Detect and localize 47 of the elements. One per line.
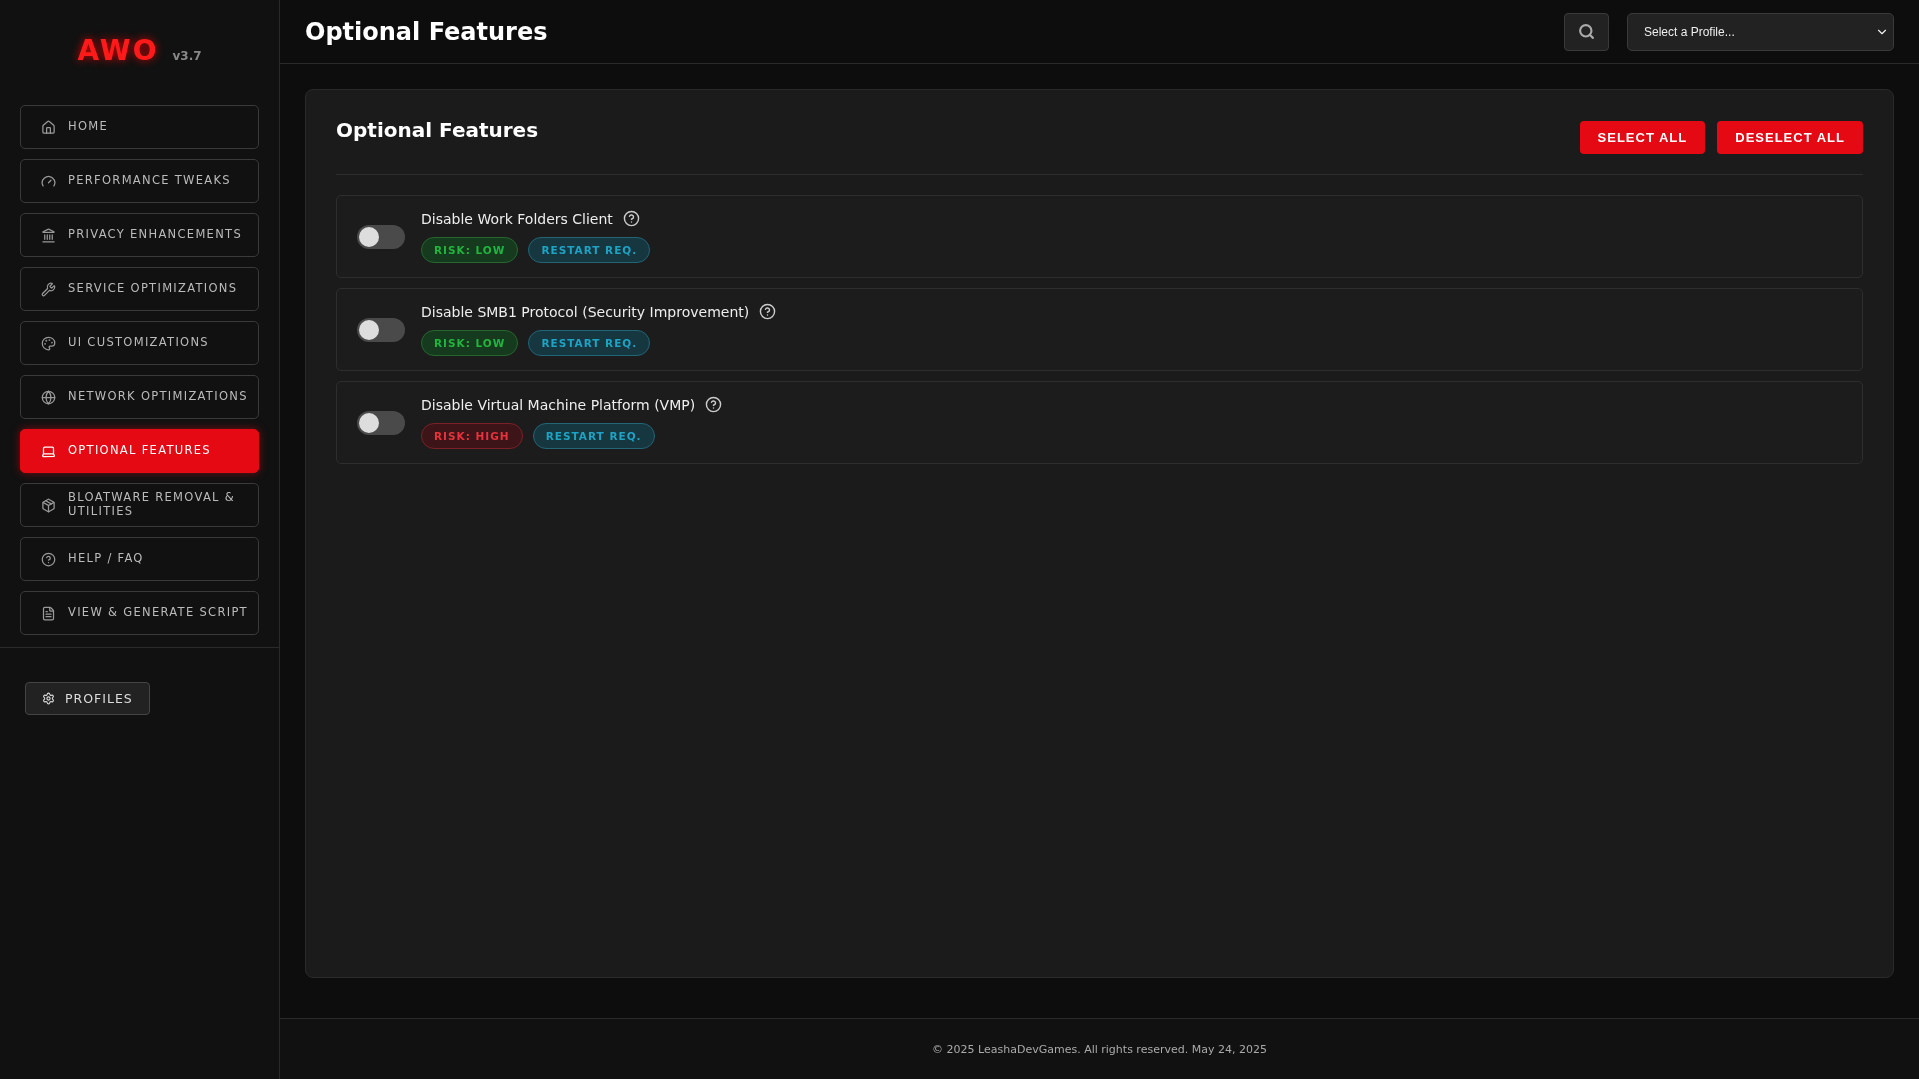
status-tag: RISK: LOW	[421, 237, 519, 263]
logo: AWO	[77, 34, 159, 67]
version-label: v3.7	[172, 49, 202, 63]
help-icon[interactable]	[759, 303, 777, 320]
nav-item[interactable]: PRIVACY ENHANCEMENTS	[20, 213, 259, 257]
search-button[interactable]	[1564, 12, 1609, 51]
package-icon	[41, 497, 56, 513]
status-tag: RISK: LOW	[421, 330, 519, 356]
nav-item[interactable]: OPTIONAL FEATURES	[20, 429, 259, 473]
laptop-icon	[41, 443, 56, 459]
feature-name: Disable SMB1 Protocol (Security Improvement)	[421, 303, 750, 320]
action-button[interactable]: DESELECT ALL	[1717, 121, 1863, 154]
help-icon[interactable]	[705, 396, 723, 413]
home-icon	[41, 119, 56, 135]
nav-item[interactable]: UI CUSTOMIZATIONS	[20, 321, 259, 365]
panel-title: Optional Features	[336, 118, 539, 142]
palette-icon	[41, 335, 56, 351]
gauge-icon	[41, 173, 56, 189]
help-icon	[41, 551, 56, 567]
globe-icon	[41, 389, 56, 405]
feature-name: Disable Work Folders Client	[421, 210, 613, 227]
status-tag: RESTART REQ.	[532, 423, 655, 449]
toggle-switch[interactable]	[357, 317, 405, 342]
action-button[interactable]: SELECT ALL	[1579, 121, 1706, 154]
nav-item[interactable]: SERVICE OPTIMIZATIONS	[20, 267, 259, 311]
nav-item[interactable]: HOME	[20, 105, 259, 149]
search-icon	[1578, 23, 1595, 40]
profile-select[interactable]: Select a Profile...	[1627, 12, 1894, 51]
toggle-switch[interactable]	[357, 224, 405, 249]
nav-item[interactable]: BLOATWARE REMOVAL & UTILITIES	[20, 483, 259, 527]
profiles-button[interactable]: PROFILES	[25, 682, 150, 715]
building-icon	[41, 227, 56, 243]
nav-item[interactable]: NETWORK OPTIMIZATIONS	[20, 375, 259, 419]
toggle-switch[interactable]	[357, 410, 405, 435]
document-icon	[41, 605, 56, 621]
nav-item[interactable]: VIEW & GENERATE SCRIPT	[20, 591, 259, 635]
settings-icon	[42, 692, 55, 705]
wrench-icon	[41, 281, 56, 297]
feature-name: Disable Virtual Machine Platform (VMP)	[421, 396, 696, 413]
status-tag: RESTART REQ.	[528, 330, 651, 356]
status-tag: RISK: HIGH	[421, 423, 523, 449]
status-tag: RESTART REQ.	[528, 237, 651, 263]
copyright-text: © 2025 LeashaDevGames. All rights reserved. May 24, 2025	[932, 1042, 1267, 1056]
nav-item[interactable]: PERFORMANCE TWEAKS	[20, 159, 259, 203]
help-icon[interactable]	[622, 210, 640, 227]
nav-item[interactable]: HELP / FAQ	[20, 537, 259, 581]
page-title: Optional Features	[305, 17, 549, 46]
